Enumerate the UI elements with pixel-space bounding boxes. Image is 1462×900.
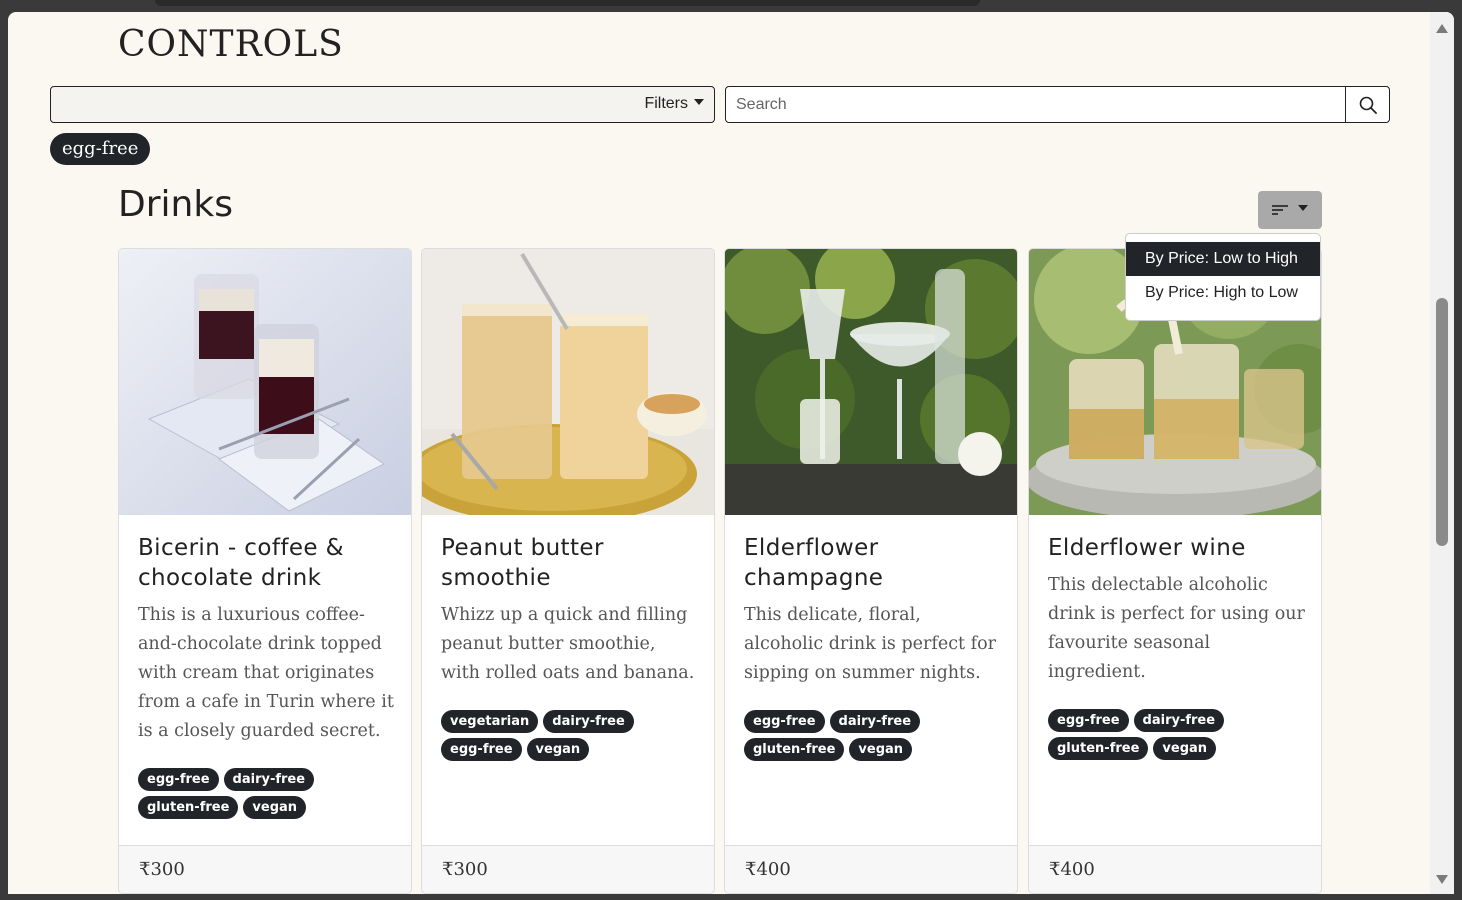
filters-label: Filters: [644, 95, 688, 112]
product-price: ₹300: [119, 845, 411, 893]
filters-dropdown[interactable]: Filters: [50, 86, 715, 123]
tag-badge: gluten-free: [744, 738, 845, 761]
search-bar: [725, 86, 1390, 123]
product-tags: egg-free dairy-free gluten-free vegan: [1048, 709, 1298, 760]
tag-badge: dairy-free: [829, 710, 921, 733]
tag-badge: vegan: [1153, 737, 1217, 760]
sort-option-high-low[interactable]: By Price: High to Low: [1126, 276, 1320, 310]
app-window: CONTROLS Filters egg-free Drinks By Pric…: [8, 12, 1454, 894]
vertical-scrollbar[interactable]: [1430, 12, 1454, 894]
product-description: This is a luxurious coffee-and-chocolate…: [138, 605, 394, 741]
scroll-down-arrow-icon[interactable]: [1436, 875, 1448, 884]
sort-option-low-high[interactable]: By Price: Low to High: [1126, 242, 1320, 276]
product-image: [725, 249, 1017, 515]
tag-badge: gluten-free: [138, 796, 239, 819]
product-description: This delectable alcoholic drink is perfe…: [1048, 575, 1305, 682]
tag-badge: vegan: [243, 796, 307, 819]
product-card[interactable]: Elderflower champagne This delicate, flo…: [724, 248, 1018, 894]
tag-badge: dairy-free: [1133, 709, 1225, 732]
section-title: Drinks: [118, 184, 233, 225]
product-price: ₹400: [725, 845, 1017, 893]
product-description: This delicate, floral, alcoholic drink i…: [744, 605, 997, 683]
product-image: [119, 249, 411, 515]
tag-badge: vegan: [849, 738, 913, 761]
scroll-up-arrow-icon[interactable]: [1436, 24, 1448, 33]
active-filter-chip[interactable]: egg-free: [50, 133, 151, 165]
product-price: ₹400: [1029, 845, 1321, 893]
product-card[interactable]: Peanut butter smoothie Whizz up a quick …: [421, 248, 715, 894]
tag-badge: egg-free: [744, 710, 825, 733]
browser-top-bar: [155, 0, 980, 6]
tag-badge: vegan: [526, 738, 590, 761]
scrollbar-thumb[interactable]: [1436, 298, 1448, 546]
tag-badge: dairy-free: [223, 768, 315, 791]
search-icon: [1359, 96, 1377, 114]
caret-down-icon: [694, 99, 704, 105]
tag-badge: vegetarian: [441, 710, 539, 733]
search-input[interactable]: [726, 87, 1345, 122]
product-image: [422, 249, 714, 515]
tag-badge: gluten-free: [1048, 737, 1149, 760]
page-title: CONTROLS: [118, 24, 344, 65]
sort-button[interactable]: [1258, 191, 1322, 229]
product-title[interactable]: Bicerin - coffee & chocolate drink: [138, 533, 395, 593]
tag-badge: egg-free: [1048, 709, 1129, 732]
caret-down-icon: [1298, 205, 1308, 211]
sort-dropdown-menu: By Price: Low to High By Price: High to …: [1125, 233, 1321, 321]
product-tags: egg-free dairy-free gluten-free vegan: [744, 710, 994, 761]
tag-badge: dairy-free: [543, 710, 634, 733]
product-description: Whizz up a quick and filling peanut butt…: [441, 605, 695, 683]
product-title[interactable]: Elderflower wine: [1048, 533, 1305, 563]
product-card[interactable]: Elderflower wine This delectable alcohol…: [1028, 248, 1322, 894]
product-title[interactable]: Elderflower champagne: [744, 533, 1001, 593]
filters-button[interactable]: Filters: [644, 95, 704, 113]
tag-badge: egg-free: [441, 738, 522, 761]
product-title[interactable]: Peanut butter smoothie: [441, 533, 698, 593]
product-card[interactable]: Bicerin - coffee & chocolate drink This …: [118, 248, 412, 894]
tag-badge: egg-free: [138, 768, 219, 791]
sort-icon: [1272, 205, 1288, 215]
search-button[interactable]: [1345, 87, 1389, 122]
product-price: ₹300: [422, 845, 714, 893]
product-tags: egg-free dairy-free gluten-free vegan: [138, 768, 388, 819]
product-tags: vegetarian dairy-free egg-free vegan: [441, 710, 691, 761]
